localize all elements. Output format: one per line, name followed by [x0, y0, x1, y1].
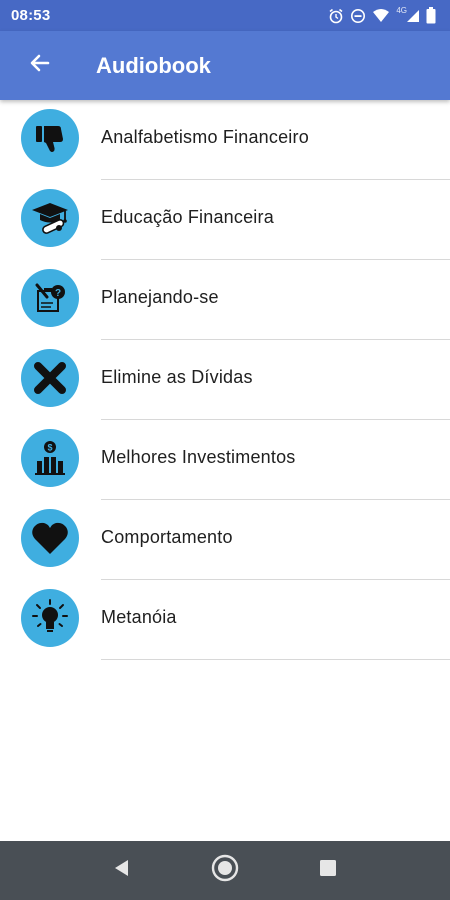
- navigation-bar: [0, 841, 450, 900]
- item-label: Analfabetismo Financeiro: [101, 127, 309, 147]
- list-item-comportamento[interactable]: Comportamento: [0, 500, 450, 580]
- list-item-planejando-se[interactable]: ? Planejando-se: [0, 260, 450, 340]
- divider: [101, 659, 450, 660]
- back-button[interactable]: [0, 31, 82, 100]
- planning-clipboard-icon: ?: [21, 269, 79, 327]
- list-item-metanoia[interactable]: Metanóia: [0, 580, 450, 660]
- status-bar: 08:53 4G: [0, 0, 450, 31]
- alarm-icon: [328, 8, 344, 24]
- wifi-icon: [372, 8, 390, 24]
- recents-square-icon: [318, 858, 338, 883]
- battery-icon: [426, 7, 436, 24]
- app-bar: Audiobook: [0, 31, 450, 100]
- audiobook-list: Analfabetismo Financeiro Educação Financ…: [0, 100, 450, 660]
- do-not-disturb-icon: [350, 8, 366, 24]
- investment-chart-icon: $: [21, 429, 79, 487]
- list-item-analfabetismo-financeiro[interactable]: Analfabetismo Financeiro: [0, 100, 450, 180]
- item-label: Educação Financeira: [101, 207, 274, 227]
- home-circle-icon: [211, 854, 239, 887]
- network-type-label: 4G: [396, 6, 407, 15]
- cellular-signal-icon: [406, 9, 420, 23]
- item-label: Planejando-se: [101, 287, 219, 307]
- item-label: Elimine as Dívidas: [101, 367, 253, 387]
- nav-home-button[interactable]: [205, 851, 245, 891]
- svg-text:$: $: [47, 443, 52, 453]
- page-title: Audiobook: [96, 52, 211, 78]
- status-time: 08:53: [11, 7, 51, 24]
- arrow-back-icon: [28, 51, 52, 80]
- list-item-educacao-financeira[interactable]: Educação Financeira: [0, 180, 450, 260]
- back-triangle-icon: [112, 858, 132, 883]
- item-label: Metanóia: [101, 607, 177, 627]
- x-mark-icon: [21, 349, 79, 407]
- list-item-elimine-as-dividas[interactable]: Elimine as Dívidas: [0, 340, 450, 420]
- graduation-cap-icon: [21, 189, 79, 247]
- heart-icon: [21, 509, 79, 567]
- svg-text:?: ?: [55, 288, 61, 299]
- lightbulb-icon: [21, 589, 79, 647]
- list-item-melhores-investimentos[interactable]: $ Melhores Investimentos: [0, 420, 450, 500]
- nav-back-button[interactable]: [102, 851, 142, 891]
- thumbs-down-icon: [21, 109, 79, 167]
- nav-recents-button[interactable]: [308, 851, 348, 891]
- status-icons: 4G: [328, 6, 436, 24]
- item-label: Comportamento: [101, 527, 233, 547]
- item-label: Melhores Investimentos: [101, 447, 296, 467]
